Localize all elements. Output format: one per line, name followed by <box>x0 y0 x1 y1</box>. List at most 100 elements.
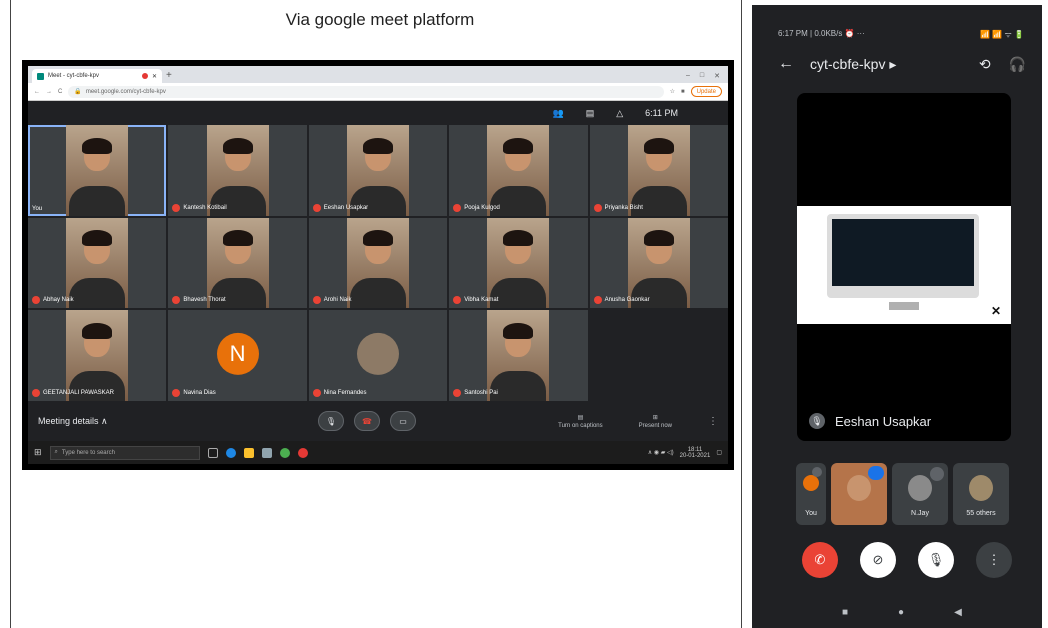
update-button[interactable]: Update <box>690 86 722 97</box>
captions-button[interactable]: ▤ Turn on captions <box>558 414 602 429</box>
more-options-button[interactable]: ⋮ <box>976 542 1012 578</box>
explorer-icon[interactable] <box>243 447 254 458</box>
participant-name: Navina Dias <box>172 388 216 397</box>
taskbar-search[interactable]: ⌕ Type here to search <box>49 445 200 460</box>
participant-tile[interactable]: Pooja Kulgod <box>449 125 588 216</box>
captions-icon: ▤ <box>577 414 584 421</box>
meet-tab-icon <box>37 72 44 80</box>
thumb-you[interactable]: You <box>796 463 826 525</box>
lock-icon: 🔒 <box>74 89 82 95</box>
participant-tile[interactable]: Anusha Gaonkar <box>589 217 728 309</box>
participant-name-text: Abhay Naik <box>43 297 74 304</box>
thumb-others[interactable]: 55 others <box>953 463 1009 525</box>
participant-tile[interactable]: You <box>28 125 167 216</box>
back-icon[interactable]: ← <box>34 89 40 95</box>
tab-title: Meet - cyt-cbfe-kpv <box>48 73 100 79</box>
participant-tile[interactable]: Arohi Naik <box>308 217 448 309</box>
thumb-participant[interactable]: N.Jay <box>892 463 948 525</box>
meeting-details-button[interactable]: Meeting details ∧ <box>38 416 108 427</box>
participant-tile[interactable]: Priyanka Bisht <box>589 125 728 216</box>
minimize-button[interactable]: – <box>686 72 690 80</box>
url-field[interactable]: 🔒 meet.google.com/cyt-cbfe-kpv <box>68 85 664 98</box>
tray-clock[interactable]: 18:11 20-01-2021 <box>680 447 711 459</box>
participant-name: Arohi Naik <box>312 296 351 305</box>
store-icon[interactable] <box>261 447 272 458</box>
participant-video-body <box>490 278 547 309</box>
browser-tabbar: Meet - cyt-cbfe-kpv ✕ + – □ ✕ <box>28 66 728 83</box>
status-left: 6:17 PM | 0.0KB/s ⏰ ··· <box>778 29 865 38</box>
avatar <box>356 332 399 375</box>
participant-name-text: Eeshan Usapkar <box>323 204 369 211</box>
participant-tile[interactable]: Vibha Kamat <box>449 217 588 309</box>
mic-off-icon <box>172 203 181 212</box>
new-tab-button[interactable]: + <box>166 70 172 83</box>
participant-name: Pooja Kulgod <box>453 203 500 212</box>
monitor-stand <box>889 302 919 310</box>
participant-video-body <box>69 185 126 216</box>
mic-off-icon <box>312 388 321 397</box>
home-icon[interactable]: ● <box>898 607 904 618</box>
chat-icon[interactable]: ▤ <box>586 108 595 119</box>
mic-button[interactable]: 🎙 <box>318 411 344 431</box>
task-view-icon[interactable] <box>207 447 218 458</box>
participant-tile[interactable]: GEETANJALI PAWASKAR <box>28 310 167 401</box>
participant-tile[interactable]: Eeshan Usapkar <box>308 125 448 216</box>
participant-video-hair <box>82 230 113 247</box>
camera-button[interactable]: ▭ <box>390 411 416 431</box>
chrome-icon[interactable] <box>279 447 290 458</box>
star-icon[interactable]: ☆ <box>670 88 675 95</box>
meeting-code[interactable]: cyt-cbfe-kpv ▸ <box>810 56 961 73</box>
leave-call-button[interactable]: ☎ <box>354 411 380 431</box>
audio-output-icon[interactable]: 🎧 <box>1009 56 1026 73</box>
right-border <box>741 0 742 628</box>
present-button[interactable]: ⊞ Present now <box>639 414 672 429</box>
participant-video-body <box>69 278 126 309</box>
caption: Via google meet platform <box>285 10 475 29</box>
extension-icon[interactable]: ■ <box>681 89 685 95</box>
mic-off-icon <box>172 388 181 397</box>
participant-tile[interactable]: Santoshi Pai <box>449 310 588 401</box>
recents-icon[interactable]: ■ <box>842 607 848 618</box>
more-options-button[interactable]: ⋮ <box>708 416 718 427</box>
participant-video-body <box>490 370 547 401</box>
people-icon[interactable]: 👥 <box>552 108 563 119</box>
participant-tile[interactable]: Abhay Naik <box>28 217 167 309</box>
meet-top-bar: 👥 ▤ △ 6:11 PM <box>28 101 728 125</box>
app-icon[interactable] <box>297 447 308 458</box>
activities-icon[interactable]: △ <box>616 108 623 119</box>
mic-off-icon <box>453 388 462 397</box>
participant-tile[interactable]: Kantesh Kotibail <box>168 125 307 216</box>
camera-toggle-button[interactable]: ⊘ <box>860 542 896 578</box>
monitor-image <box>827 214 979 298</box>
mic-toggle-button[interactable]: 🎙 <box>918 542 954 578</box>
back-nav-icon[interactable]: ◀ <box>954 607 962 618</box>
phone-status-bar: 6:17 PM | 0.0KB/s ⏰ ··· 📶 📶 ᯤ 🔋 <box>778 29 1024 40</box>
windows-start-icon[interactable]: ⊞ <box>34 447 42 458</box>
participant-tile[interactable]: Bhavesh Thorat <box>168 217 307 309</box>
switch-camera-icon[interactable]: ⟲ <box>979 56 991 73</box>
right-controls: ▤ Turn on captions ⊞ Present now ⋮ <box>558 414 718 429</box>
back-arrow-icon[interactable]: ← <box>778 55 794 73</box>
participant-tile[interactable]: N Navina Dias <box>168 310 307 401</box>
tab-close-icon[interactable]: ✕ <box>152 73 157 80</box>
notification-icon[interactable]: ▢ <box>716 449 722 456</box>
close-window-button[interactable]: ✕ <box>714 72 720 80</box>
participant-video-hair <box>82 323 113 340</box>
mic-off-icon <box>172 296 181 305</box>
participant-strip: You N.Jay 55 others <box>796 463 1009 525</box>
phone-call-controls: ✆ ⊘ 🎙 ⋮ <box>802 542 1012 578</box>
participant-name: Santoshi Pai <box>453 388 498 397</box>
desktop-screenshot: Meet - cyt-cbfe-kpv ✕ + – □ ✕ ← → C 🔒 me… <box>22 60 734 470</box>
leave-call-button[interactable]: ✆ <box>802 542 838 578</box>
forward-icon[interactable]: → <box>46 89 52 95</box>
edge-icon[interactable] <box>225 447 236 458</box>
tray-icons[interactable]: ∧ ◉ ▰ ◁) <box>648 449 674 456</box>
present-icon: ⊞ <box>652 414 658 421</box>
browser-tab[interactable]: Meet - cyt-cbfe-kpv ✕ <box>32 69 162 83</box>
desktop-screen: Meet - cyt-cbfe-kpv ✕ + – □ ✕ ← → C 🔒 me… <box>28 66 728 464</box>
participant-name-text: Navina Dias <box>183 389 216 396</box>
maximize-button[interactable]: □ <box>700 72 704 80</box>
thumb-active-speaker[interactable] <box>831 463 887 525</box>
participant-tile[interactable]: Nina Fernandes <box>308 310 448 401</box>
reload-icon[interactable]: C <box>58 89 62 95</box>
